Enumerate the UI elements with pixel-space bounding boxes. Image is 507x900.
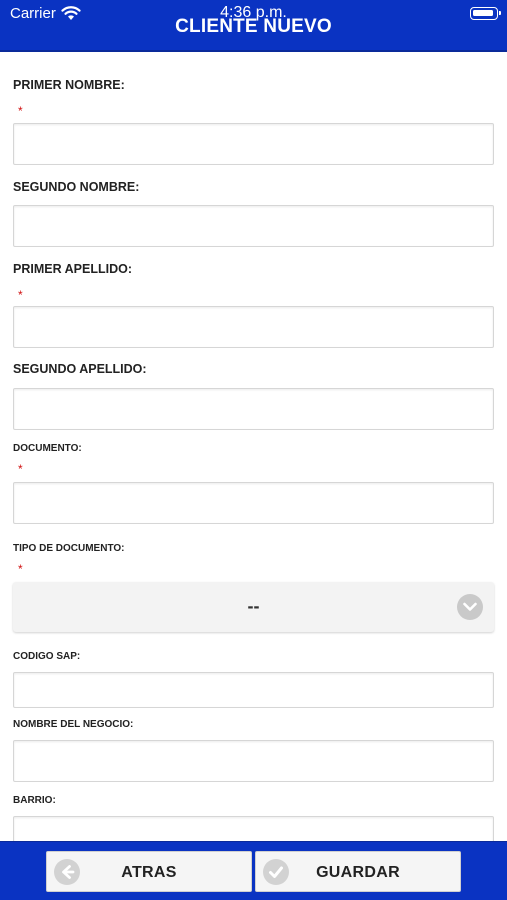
- app-header: Carrier 4:36 p.m. CLIENTE NUEVO: [0, 0, 507, 52]
- footer-toolbar: ATRAS GUARDAR: [0, 841, 507, 900]
- form-scroll-area[interactable]: PRIMER NOMBRE: * SEGUNDO NOMBRE: PRIMER …: [0, 54, 507, 841]
- back-button[interactable]: ATRAS: [46, 851, 252, 892]
- barrio-input[interactable]: [13, 816, 494, 841]
- codigo-sap-label: CODIGO SAP:: [13, 651, 81, 662]
- required-marker: *: [18, 462, 23, 476]
- segundo-nombre-label: SEGUNDO NOMBRE:: [13, 180, 140, 194]
- required-marker: *: [18, 562, 23, 576]
- documento-input[interactable]: [13, 482, 494, 524]
- save-button-label: GUARDAR: [316, 864, 400, 881]
- segundo-nombre-input[interactable]: [13, 205, 494, 247]
- tipo-documento-select[interactable]: --: [13, 582, 494, 632]
- codigo-sap-input[interactable]: [13, 672, 494, 708]
- primer-apellido-label: PRIMER APELLIDO:: [13, 262, 132, 276]
- page-title: CLIENTE NUEVO: [175, 16, 332, 37]
- primer-nombre-input[interactable]: [13, 123, 494, 165]
- chevron-down-icon: [457, 594, 483, 620]
- barrio-label: BARRIO:: [13, 795, 56, 806]
- back-button-label: ATRAS: [121, 864, 177, 881]
- tipo-documento-label: TIPO DE DOCUMENTO:: [13, 543, 125, 554]
- primer-apellido-input[interactable]: [13, 306, 494, 348]
- save-button[interactable]: GUARDAR: [255, 851, 461, 892]
- segundo-apellido-label: SEGUNDO APELLIDO:: [13, 362, 147, 376]
- required-marker: *: [18, 288, 23, 302]
- tipo-documento-selected: --: [247, 596, 260, 616]
- required-marker: *: [18, 104, 23, 118]
- primer-nombre-label: PRIMER NOMBRE:: [13, 78, 125, 92]
- documento-label: DOCUMENTO:: [13, 443, 82, 454]
- nombre-negocio-input[interactable]: [13, 740, 494, 782]
- nombre-negocio-label: NOMBRE DEL NEGOCIO:: [13, 719, 134, 730]
- segundo-apellido-input[interactable]: [13, 388, 494, 430]
